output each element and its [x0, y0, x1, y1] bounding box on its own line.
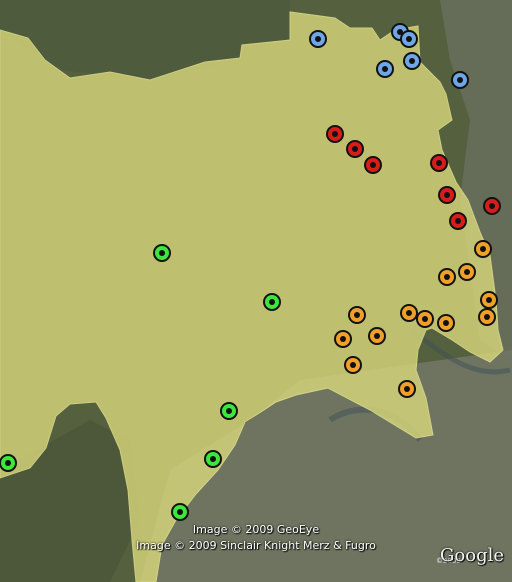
- orange-marker-center: [486, 297, 492, 303]
- blue-marker[interactable]: [376, 60, 394, 78]
- orange-marker[interactable]: [344, 356, 362, 374]
- green-marker-center: [210, 456, 216, 462]
- red-marker-center: [332, 131, 338, 137]
- red-marker[interactable]: [430, 154, 448, 172]
- orange-marker[interactable]: [437, 314, 455, 332]
- red-marker-center: [436, 160, 442, 166]
- red-marker[interactable]: [326, 125, 344, 143]
- blue-marker[interactable]: [400, 30, 418, 48]
- red-marker-center: [489, 203, 495, 209]
- orange-marker-center: [374, 333, 380, 339]
- orange-marker[interactable]: [480, 291, 498, 309]
- green-marker-center: [226, 408, 232, 414]
- orange-marker[interactable]: [458, 263, 476, 281]
- red-marker-center: [352, 146, 358, 152]
- orange-marker[interactable]: [400, 304, 418, 322]
- orange-marker[interactable]: [348, 306, 366, 324]
- red-marker-center: [444, 192, 450, 198]
- blue-marker-center: [409, 58, 415, 64]
- green-marker-center: [159, 250, 165, 256]
- blue-marker-center: [382, 66, 388, 72]
- orange-marker-center: [464, 269, 470, 275]
- green-marker-center: [5, 460, 11, 466]
- red-marker-center: [370, 162, 376, 168]
- orange-marker-center: [484, 314, 490, 320]
- orange-marker[interactable]: [438, 268, 456, 286]
- red-marker-center: [455, 218, 461, 224]
- red-marker[interactable]: [438, 186, 456, 204]
- blue-marker-center: [315, 36, 321, 42]
- orange-marker-center: [444, 274, 450, 280]
- green-marker-center: [177, 509, 183, 515]
- blue-marker-center: [406, 36, 412, 42]
- orange-marker-center: [422, 316, 428, 322]
- imagery-credit-skm: Image © 2009 Sinclair Knight Merz & Fugr…: [136, 539, 376, 552]
- orange-marker[interactable]: [416, 310, 434, 328]
- green-marker-center: [269, 299, 275, 305]
- orange-marker-center: [404, 386, 410, 392]
- orange-marker-center: [354, 312, 360, 318]
- blue-marker-center: [457, 77, 463, 83]
- orange-marker[interactable]: [368, 327, 386, 345]
- orange-marker-center: [350, 362, 356, 368]
- red-marker[interactable]: [346, 140, 364, 158]
- map-canvas[interactable]: [0, 0, 512, 582]
- orange-marker-center: [406, 310, 412, 316]
- green-marker[interactable]: [263, 293, 281, 311]
- red-marker[interactable]: [483, 197, 501, 215]
- orange-marker[interactable]: [334, 330, 352, 348]
- blue-marker[interactable]: [451, 71, 469, 89]
- orange-marker[interactable]: [478, 308, 496, 326]
- map-viewport[interactable]: Image © 2009 GeoEye Image © 2009 Sinclai…: [0, 0, 512, 582]
- orange-marker[interactable]: [474, 240, 492, 258]
- blue-marker[interactable]: [309, 30, 327, 48]
- green-marker[interactable]: [153, 244, 171, 262]
- red-marker[interactable]: [364, 156, 382, 174]
- blue-marker[interactable]: [403, 52, 421, 70]
- green-marker[interactable]: [204, 450, 222, 468]
- red-marker[interactable]: [449, 212, 467, 230]
- imagery-credit-geoeye: Image © 2009 GeoEye: [192, 523, 320, 536]
- green-marker[interactable]: [171, 503, 189, 521]
- orange-marker-center: [340, 336, 346, 342]
- google-logo: Google: [440, 545, 504, 566]
- orange-marker-center: [443, 320, 449, 326]
- orange-marker-center: [480, 246, 486, 252]
- green-marker[interactable]: [220, 402, 238, 420]
- orange-marker[interactable]: [398, 380, 416, 398]
